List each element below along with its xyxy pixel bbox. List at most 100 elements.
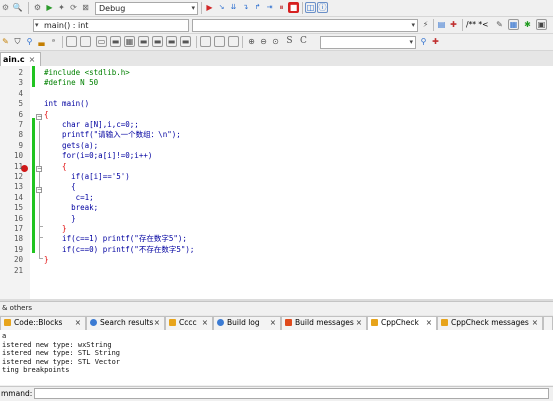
line3-icon[interactable]: ▬ — [166, 36, 177, 47]
tab-overflow[interactable] — [543, 316, 553, 330]
find-icon[interactable]: ⚲ — [24, 36, 35, 47]
rebuild-icon[interactable]: ⟳ — [68, 2, 79, 13]
tab-search-results[interactable]: Search results × — [86, 316, 165, 330]
abc-icon[interactable]: ᵃ — [48, 36, 59, 47]
code-line: c=1; — [44, 192, 94, 202]
debug-start-icon[interactable]: ▶ — [204, 2, 215, 13]
tab-code-blocks[interactable]: Code::Blocks × — [0, 316, 86, 330]
build-run-icon[interactable]: ✦ — [56, 2, 67, 13]
toolbar-code-completion: ▾ main() : int ▾ ⚡ ▤ ✚ /** *< ✎ ▦ ✱ ▣ — [0, 17, 553, 34]
pause-icon[interactable]: ⏸ — [276, 2, 287, 13]
search-binoculars-icon[interactable]: 🔍 — [12, 2, 23, 13]
code-blocks-icon — [4, 319, 11, 326]
panel-splitter[interactable] — [0, 299, 553, 302]
box-icon[interactable] — [80, 36, 91, 47]
change-bar — [32, 66, 35, 87]
command-input[interactable] — [34, 388, 549, 399]
format-icon[interactable]: ⛉ — [12, 36, 23, 47]
tab-cccc[interactable]: Cccc × — [165, 316, 213, 330]
pencil-icon — [371, 319, 378, 326]
close-icon[interactable]: × — [202, 317, 208, 329]
line-icon[interactable]: ▬ — [138, 36, 149, 47]
chevron-down-icon: ▾ — [411, 21, 415, 29]
rect2-icon[interactable] — [214, 36, 225, 47]
tab-label: Code::Blocks — [14, 318, 63, 327]
fold-toggle-icon[interactable]: − — [36, 114, 42, 120]
rect3-icon[interactable] — [228, 36, 239, 47]
tab-label: Cccc — [179, 318, 197, 327]
panel-icon[interactable]: ▬ — [110, 36, 121, 47]
command-label: mmand: — [1, 389, 33, 398]
step-out-icon[interactable]: ↱ — [252, 2, 263, 13]
next-line-icon[interactable]: ⇊ — [228, 2, 239, 13]
build-messages-icon — [285, 319, 292, 326]
tab-build-messages[interactable]: Build messages × — [281, 316, 367, 330]
insert-line-comment-icon[interactable]: ✎ — [494, 19, 505, 30]
html-chm-icon[interactable]: ✱ — [522, 19, 533, 30]
c-letter-icon[interactable]: C — [298, 36, 309, 47]
tab-build-log[interactable]: Build log × — [213, 316, 281, 330]
zoom-out-icon[interactable]: ⊖ — [258, 36, 269, 47]
line-number: 2 — [18, 68, 23, 77]
code-editor[interactable]: − − − 2 3 4 5 6 7 8 9 10 11 12 13 14 15 … — [0, 66, 553, 299]
settings-icon[interactable]: ⚙ — [0, 2, 11, 13]
zoom-in-icon[interactable]: ⊕ — [246, 36, 257, 47]
tab-main-c[interactable]: ain.c × — [0, 52, 42, 67]
document-icon[interactable]: ▦ — [508, 19, 519, 30]
run-icon[interactable]: ▶ — [44, 2, 55, 13]
debug-info-icon[interactable]: ⓘ — [317, 2, 328, 13]
s-letter-icon[interactable]: S — [284, 36, 295, 47]
next-instruction-icon[interactable]: ⇥ — [264, 2, 275, 13]
jump-icon[interactable]: ⚡ — [420, 19, 431, 30]
build-target-select[interactable]: Debug ▾ — [95, 2, 198, 15]
close-icon[interactable]: × — [75, 317, 81, 329]
doxywizard-icon[interactable]: ✚ — [448, 19, 459, 30]
code-line: int main() — [44, 99, 90, 109]
grid-icon[interactable]: ▦ — [124, 36, 135, 47]
select-box-icon[interactable] — [66, 36, 77, 47]
close-icon[interactable]: × — [154, 317, 160, 329]
line-number: 6 — [18, 109, 23, 119]
tab-label: CppCheck — [381, 318, 419, 327]
close-icon[interactable]: × — [532, 317, 538, 329]
stop-debugger-icon[interactable]: ■ — [288, 2, 299, 13]
run-html-icon[interactable]: ▣ — [536, 19, 547, 30]
debug-windows-icon[interactable]: ◫ — [305, 2, 316, 13]
line-number: 16 — [13, 213, 23, 223]
tab-label: Build messages — [295, 318, 354, 327]
tab-cppcheck-messages[interactable]: CppCheck messages × — [437, 316, 543, 330]
chevron-down-icon: ▾ — [409, 38, 413, 46]
comment-label[interactable]: /** *< — [466, 20, 488, 30]
fold-toggle-icon[interactable]: − — [36, 166, 42, 172]
log-output[interactable]: a istered new type: wxString istered new… — [0, 330, 553, 385]
wrench-icon[interactable]: ✚ — [430, 36, 441, 47]
line-number: 3 — [18, 78, 23, 88]
line2-icon[interactable]: ▬ — [152, 36, 163, 47]
search-icon — [90, 319, 97, 326]
line4-icon[interactable]: ▬ — [180, 36, 191, 47]
close-icon[interactable]: × — [29, 55, 36, 64]
close-icon[interactable]: × — [426, 317, 432, 329]
fold-toggle-icon[interactable]: − — [36, 187, 42, 193]
build-gear-icon[interactable]: ⚙ — [32, 2, 43, 13]
function-select[interactable]: ▾ — [192, 19, 418, 32]
doxyblocks-icon[interactable]: ▤ — [436, 19, 447, 30]
search-combo[interactable]: ▾ — [320, 36, 416, 49]
pencil-icon[interactable]: ✎ — [0, 36, 11, 47]
code-line: } — [44, 224, 67, 233]
rect-icon[interactable] — [200, 36, 211, 47]
abort-icon[interactable]: ⊠ — [80, 2, 91, 13]
close-icon[interactable]: × — [356, 317, 362, 329]
close-icon[interactable]: × — [270, 317, 276, 329]
highlight-icon[interactable]: ▃ — [36, 36, 47, 47]
tab-cppcheck[interactable]: CppCheck × — [367, 316, 437, 330]
scope-select[interactable]: ▾ main() : int — [33, 19, 189, 32]
code-line: if(a[i]=='5') — [44, 172, 130, 181]
zoom-fit-icon[interactable]: ⊙ — [270, 36, 281, 47]
search-icon[interactable]: ⚲ — [418, 36, 429, 47]
fold-end — [39, 237, 43, 238]
run-to-cursor-icon[interactable]: ↘ — [216, 2, 227, 13]
step-into-icon[interactable]: ↴ — [240, 2, 251, 13]
frame-icon[interactable]: ▭ — [96, 36, 107, 47]
code-line: if(c==0) printf("不存在数字5"); — [44, 244, 195, 254]
